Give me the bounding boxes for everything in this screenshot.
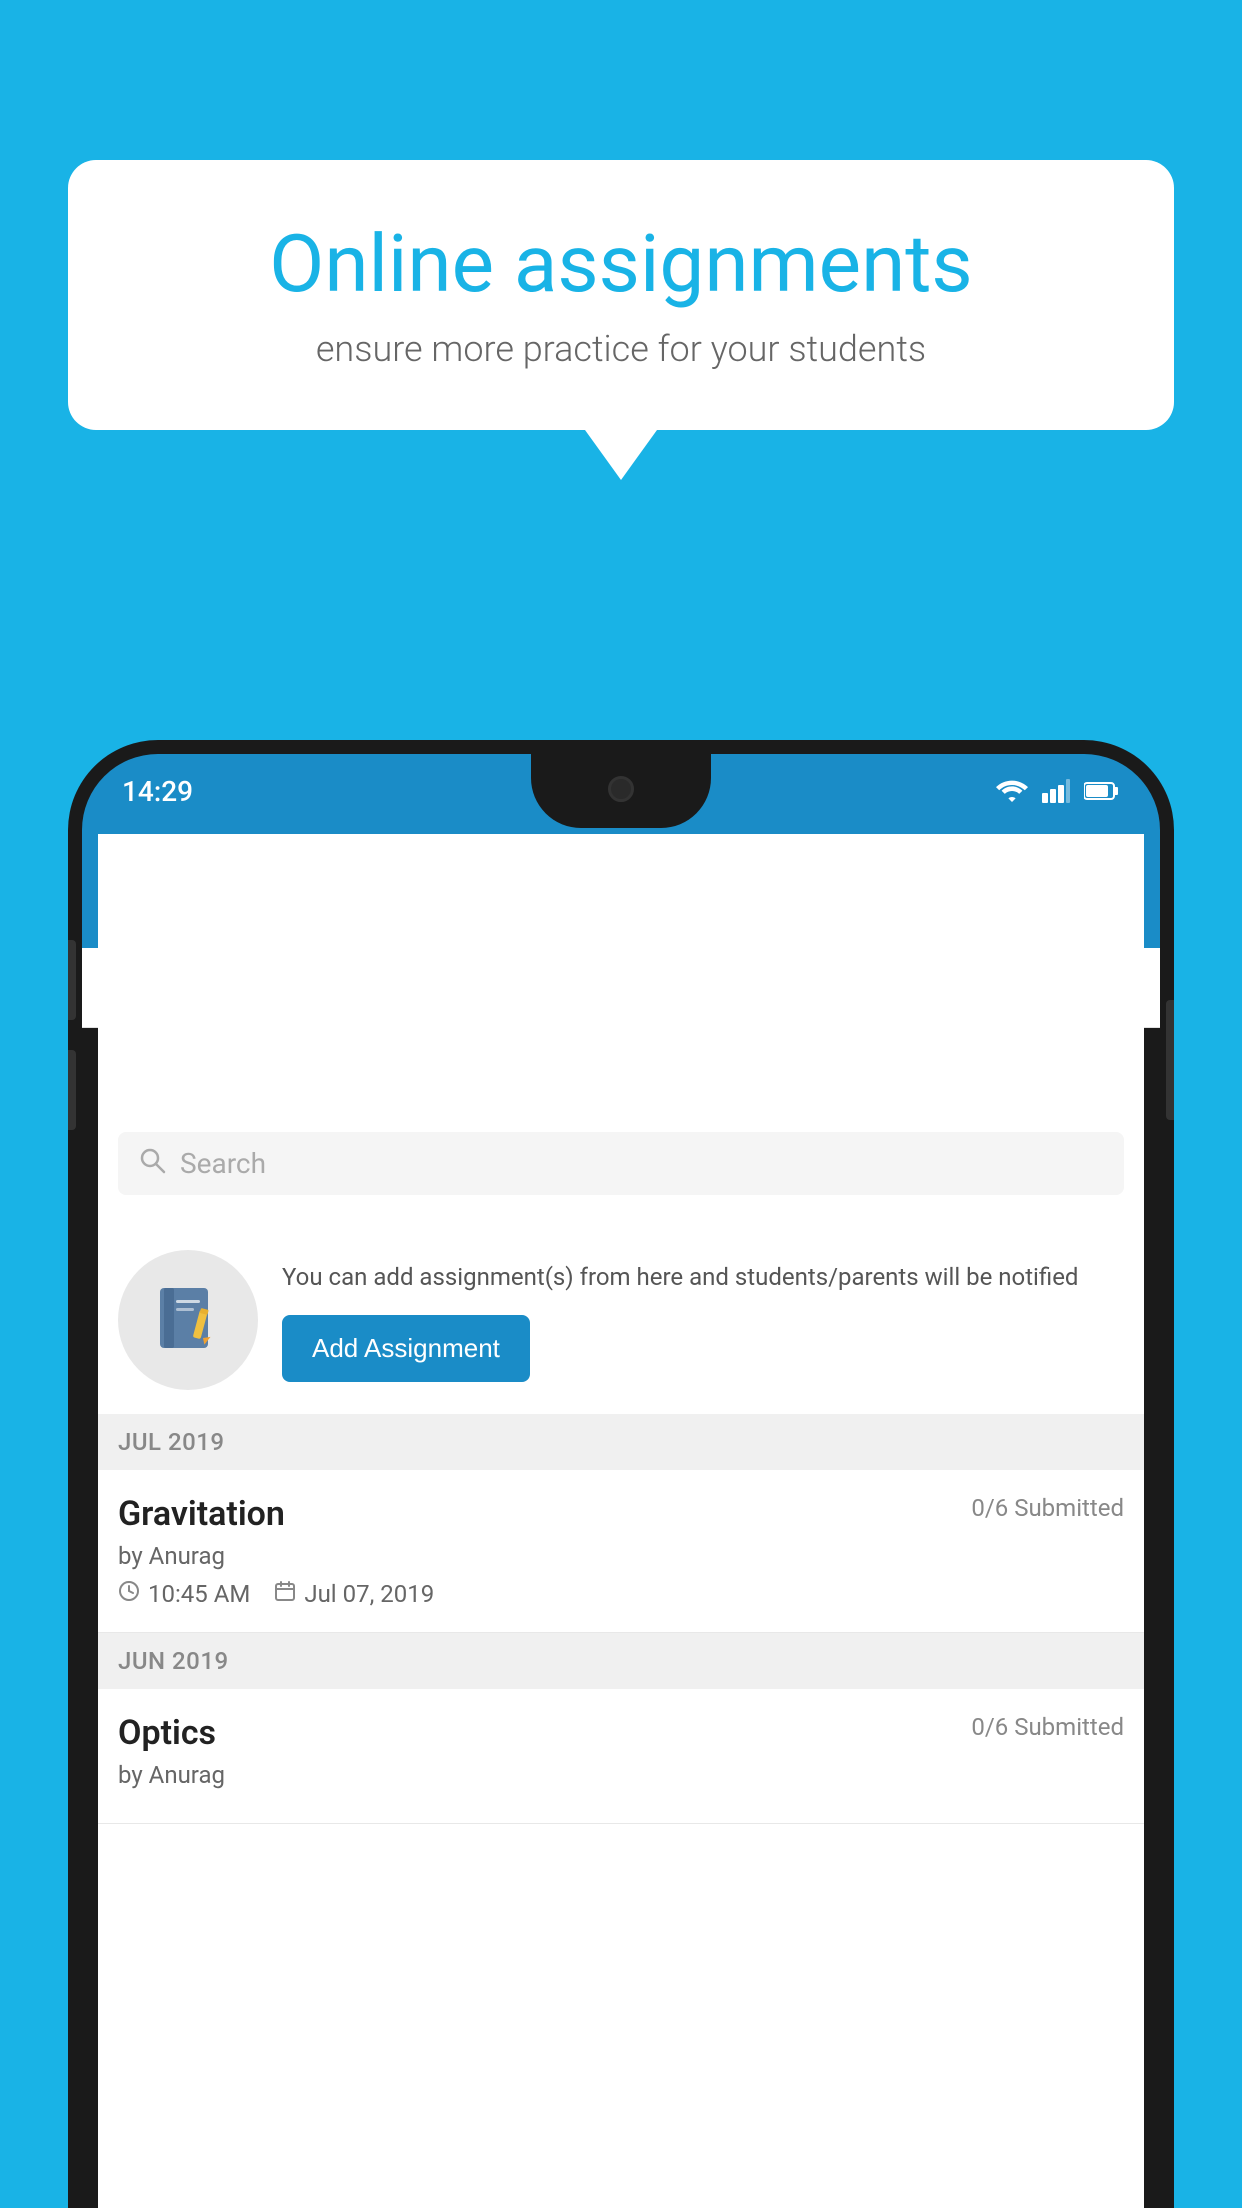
calendar-icon [274,1580,296,1608]
wifi-icon [996,779,1028,803]
assignment-status-gravitation: 0/6 Submitted [971,1494,1124,1522]
status-icons [996,779,1120,803]
search-input-wrapper[interactable]: Search [118,1132,1124,1195]
info-card-description: You can add assignment(s) from here and … [282,1259,1124,1295]
info-card: You can add assignment(s) from here and … [98,1220,1144,1421]
speech-bubble-title: Online assignments [138,220,1104,308]
signal-icon [1042,779,1070,803]
assignment-date-gravitation: Jul 07, 2019 [274,1580,434,1608]
assignment-book-icon [148,1280,228,1360]
assignment-author-gravitation: by Anurag [118,1542,1124,1570]
assignment-time-gravitation: 10:45 AM [118,1580,250,1608]
assignment-author-optics: by Anurag [118,1761,1124,1789]
speech-bubble-container: Online assignments ensure more practice … [68,160,1174,480]
assignment-name-gravitation: Gravitation [118,1494,285,1534]
front-camera [608,776,634,802]
phone-frame: 14:29 [68,740,1174,2208]
section-header-jul: JUL 2019 [98,1414,1144,1470]
search-icon [138,1146,166,1181]
volume-up-button[interactable] [68,940,76,1020]
battery-icon [1084,781,1120,801]
power-button[interactable] [1166,1000,1174,1120]
speech-bubble-tail [585,430,657,480]
assignment-item-optics[interactable]: Optics 0/6 Submitted by Anurag [98,1689,1144,1824]
status-time: 14:29 [122,775,193,808]
info-card-content: You can add assignment(s) from here and … [282,1259,1124,1382]
clock-icon [118,1580,140,1608]
assignment-status-optics: 0/6 Submitted [971,1713,1124,1741]
volume-down-button[interactable] [68,1050,76,1130]
assignment-item-header: Gravitation 0/6 Submitted [118,1494,1124,1534]
speech-bubble: Online assignments ensure more practice … [68,160,1174,430]
phone-inner: 14:29 [82,754,1160,2208]
content-scroll-area: JUL 2019 Gravitation 0/6 Submitted by An… [98,1414,1144,2208]
search-container: Search [98,1116,1144,1211]
assignment-icon-circle [118,1250,258,1390]
notch [531,754,711,828]
speech-bubble-subtitle: ensure more practice for your students [138,328,1104,370]
assignment-meta-gravitation: 10:45 AM Jul 07, 201 [118,1580,1124,1608]
gravitation-date-text: Jul 07, 2019 [304,1580,434,1608]
section-header-jun: JUN 2019 [98,1633,1144,1689]
gravitation-time-text: 10:45 AM [148,1580,250,1608]
assignment-item-gravitation[interactable]: Gravitation 0/6 Submitted by Anurag [98,1470,1144,1633]
search-placeholder-text: Search [180,1147,266,1180]
phone-screen: Search [98,834,1144,2208]
assignment-name-optics: Optics [118,1713,216,1753]
add-assignment-button[interactable]: Add Assignment [282,1315,530,1382]
assignment-item-header-optics: Optics 0/6 Submitted [118,1713,1124,1753]
